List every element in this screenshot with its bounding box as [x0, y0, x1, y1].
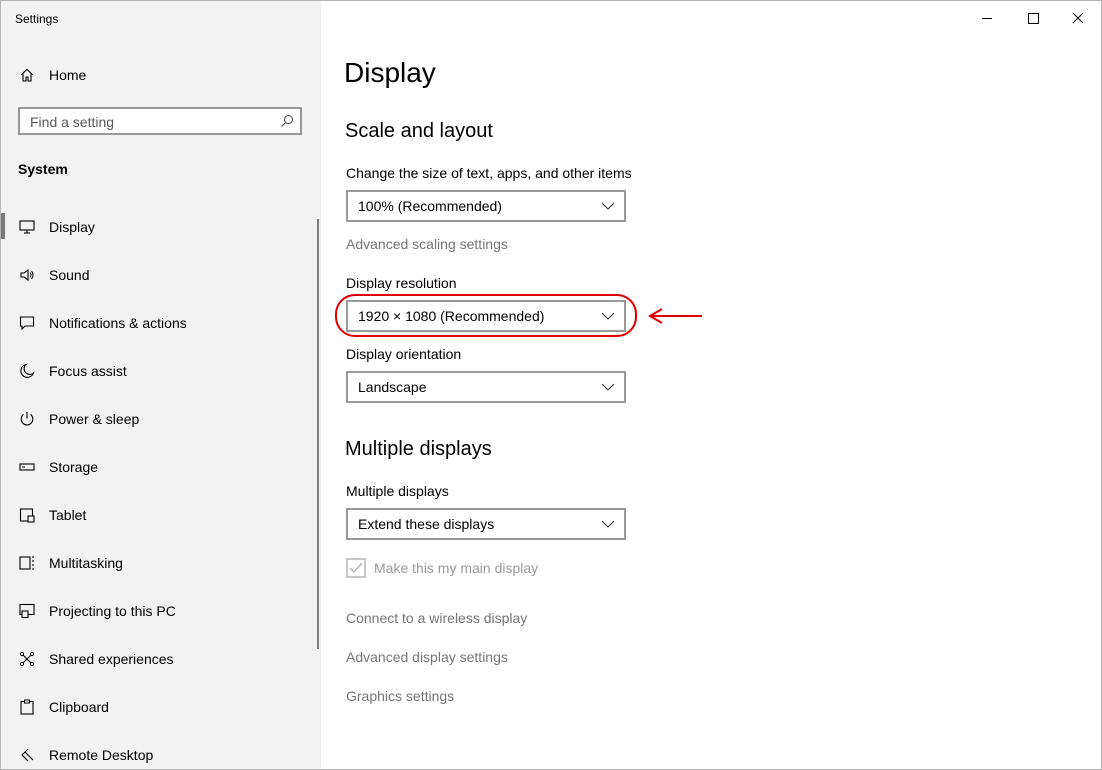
- page-title: Display: [344, 57, 436, 88]
- sidebar-item-label: Clipboard: [49, 699, 109, 715]
- main-display-checkbox-label: Make this my main display: [374, 560, 539, 576]
- sidebar-item-label: Focus assist: [49, 363, 127, 379]
- power-icon: [20, 412, 34, 426]
- sidebar-item-label: Remote Desktop: [49, 747, 154, 763]
- sidebar-item-label: Tablet: [49, 507, 87, 523]
- remote-desktop-icon: [21, 748, 34, 762]
- scale-dropdown[interactable]: 100% (Recommended): [346, 190, 626, 222]
- search-box[interactable]: [18, 107, 302, 135]
- multiple-displays-dropdown[interactable]: Extend these displays: [346, 508, 626, 540]
- sidebar-item-projecting[interactable]: Projecting to this PC: [1, 587, 321, 635]
- scale-label: Change the size of text, apps, and other…: [346, 165, 632, 181]
- sidebar-item-label: Sound: [49, 267, 90, 283]
- sidebar-item-focus-assist[interactable]: Focus assist: [1, 347, 321, 395]
- sidebar-item-clipboard[interactable]: Clipboard: [1, 683, 321, 731]
- projecting-icon: [19, 603, 35, 619]
- home-icon: [20, 68, 34, 82]
- search-icon[interactable]: [280, 114, 294, 128]
- scale-layout-heading: Scale and layout: [345, 120, 493, 142]
- sidebar-item-label: Shared experiences: [49, 651, 174, 667]
- sidebar-item-label: Power & sleep: [49, 411, 140, 427]
- sidebar-item-label: Display: [49, 219, 95, 235]
- monitor-icon: [19, 220, 35, 234]
- window-title: Settings: [15, 12, 59, 26]
- sidebar-item-tablet[interactable]: Tablet: [1, 491, 321, 539]
- advanced-scaling-link[interactable]: Advanced scaling settings: [346, 236, 508, 252]
- search-input[interactable]: [28, 112, 272, 132]
- sidebar-item-notifications[interactable]: Notifications & actions: [1, 299, 321, 347]
- sidebar-item-display[interactable]: Display: [1, 203, 321, 251]
- scale-value: 100% (Recommended): [358, 198, 502, 214]
- orientation-value: Landscape: [358, 379, 427, 395]
- resolution-label: Display resolution: [346, 275, 457, 291]
- sidebar-scrollbar[interactable]: [317, 219, 319, 649]
- sidebar-item-remote-desktop[interactable]: Remote Desktop: [1, 731, 321, 769]
- sidebar-item-shared-experiences[interactable]: Shared experiences: [1, 635, 321, 683]
- chevron-down-icon: [601, 202, 615, 210]
- clipboard-icon: [20, 699, 34, 715]
- resolution-value: 1920 × 1080 (Recommended): [358, 308, 545, 324]
- sidebar-item-storage[interactable]: Storage: [1, 443, 321, 491]
- multiple-displays-value: Extend these displays: [358, 516, 495, 532]
- sidebar-item-multitasking[interactable]: Multitasking: [1, 539, 321, 587]
- home-nav-item[interactable]: Home: [1, 57, 321, 93]
- resolution-dropdown[interactable]: 1920 × 1080 (Recommended): [346, 300, 626, 332]
- settings-window: Settings Home System Dis: [0, 0, 1102, 770]
- checkmark-icon: [349, 562, 363, 574]
- tablet-icon: [19, 508, 35, 523]
- chevron-down-icon: [601, 383, 615, 391]
- graphics-settings-link[interactable]: Graphics settings: [346, 688, 454, 704]
- main-content: Display Scale and layout Change the size…: [321, 1, 1101, 769]
- chevron-down-icon: [601, 312, 615, 320]
- connect-wireless-display-link[interactable]: Connect to a wireless display: [346, 610, 527, 626]
- sidebar-item-label: Projecting to this PC: [49, 603, 176, 619]
- multiple-displays-heading: Multiple displays: [345, 438, 492, 460]
- speaker-icon: [20, 268, 34, 282]
- orientation-dropdown[interactable]: Landscape: [346, 371, 626, 403]
- storage-icon: [19, 463, 35, 471]
- nav-list: Display Sound Notifications & actions Fo…: [1, 203, 321, 769]
- moon-icon: [20, 363, 35, 378]
- sidebar-item-label: Notifications & actions: [49, 315, 187, 331]
- sidebar-item-label: Storage: [49, 459, 99, 475]
- selection-indicator: [1, 213, 5, 239]
- home-label: Home: [49, 67, 87, 83]
- sidebar-item-power-sleep[interactable]: Power & sleep: [1, 395, 321, 443]
- sidebar: Settings Home System Dis: [1, 1, 321, 769]
- main-display-checkbox[interactable]: [346, 558, 366, 578]
- orientation-label: Display orientation: [346, 346, 462, 362]
- shared-experiences-icon: [19, 651, 35, 667]
- sidebar-item-sound[interactable]: Sound: [1, 251, 321, 299]
- section-label: System: [18, 161, 68, 177]
- multiple-displays-label: Multiple displays: [346, 483, 449, 499]
- notification-icon: [19, 316, 35, 331]
- sidebar-item-label: Multitasking: [49, 555, 123, 571]
- multitasking-icon: [19, 556, 34, 570]
- chevron-down-icon: [601, 520, 615, 528]
- advanced-display-settings-link[interactable]: Advanced display settings: [346, 649, 508, 665]
- annotation-arrow-icon: [648, 308, 702, 324]
